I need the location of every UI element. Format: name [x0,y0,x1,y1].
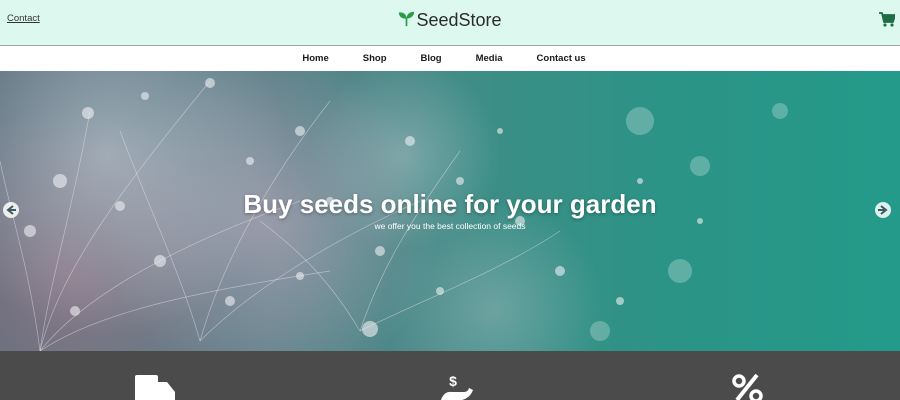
carousel-next-button[interactable] [875,202,891,218]
arrow-right-circle-icon [878,205,888,215]
percent-icon [732,374,763,400]
dollar-hand-icon: $ [441,374,473,400]
nav-item-media[interactable]: Media [459,46,520,71]
sprout-icon [399,11,415,26]
nav-item-shop[interactable]: Shop [346,46,404,71]
truck-icon [135,375,175,400]
cart-button[interactable] [879,12,896,27]
hero-carousel: Buy seeds online for your garden we offe… [0,71,900,351]
svg-text:$: $ [449,374,457,389]
top-header: Contact SeedStore [0,0,900,46]
nav-item-contact-us[interactable]: Contact us [520,46,603,71]
brand-logo-link[interactable]: SeedStore [398,10,502,31]
contact-link[interactable]: Contact [7,13,40,24]
brand-name: SeedStore [416,10,502,30]
cart-icon [879,12,896,27]
nav-list: Home Shop Blog Media Contact us [285,46,602,71]
carousel-prev-button[interactable] [3,202,19,218]
hero-title: Buy seeds online for your garden [243,189,657,219]
hero-subtitle: we offer you the best collection of seed… [374,221,526,231]
nav-item-blog[interactable]: Blog [404,46,459,71]
brand: SeedStore [0,10,900,32]
features-strip: $ [0,351,900,400]
main-nav: Home Shop Blog Media Contact us [0,46,900,71]
nav-item-home[interactable]: Home [285,46,345,71]
arrow-left-circle-icon [6,205,16,215]
